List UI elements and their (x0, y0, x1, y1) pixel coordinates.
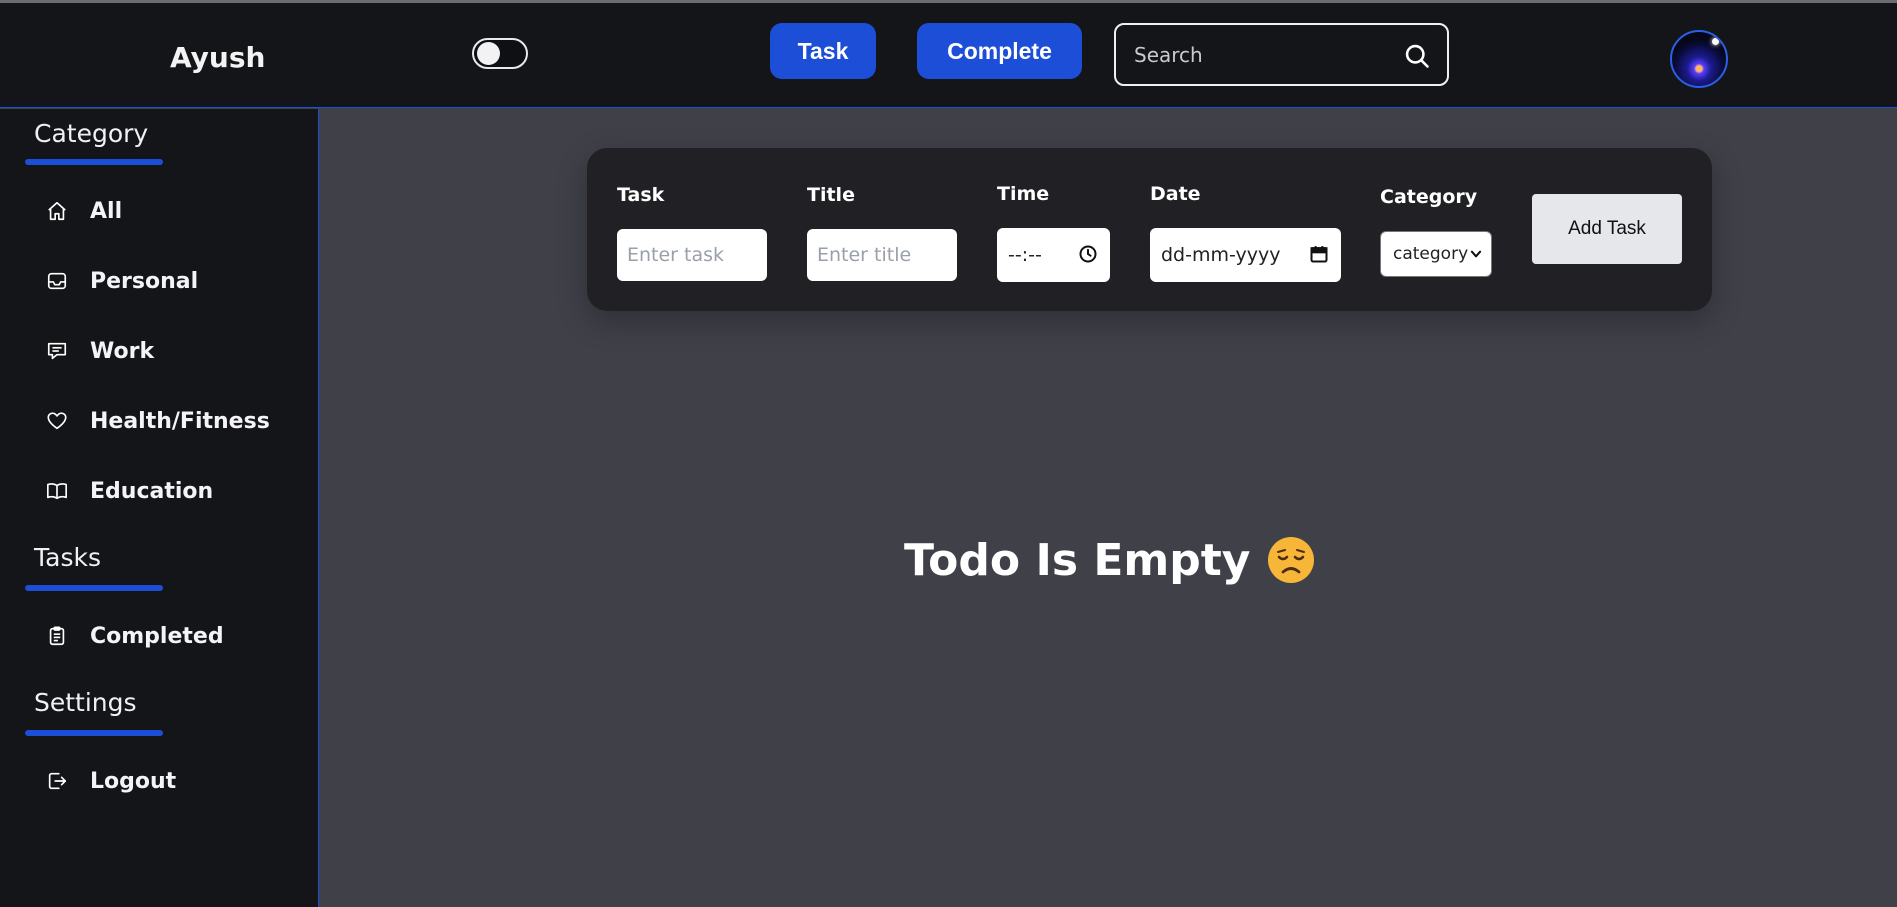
calendar-icon[interactable] (1309, 244, 1329, 264)
sidebar-item-work[interactable]: Work (45, 331, 305, 371)
task-field-label: Task (617, 184, 665, 206)
task-input[interactable] (617, 229, 767, 281)
book-icon (45, 479, 69, 503)
sidebar-item-label: Work (90, 338, 155, 364)
search-input[interactable] (1116, 25, 1406, 84)
sidebar-item-label: Personal (90, 268, 199, 294)
search-icon[interactable] (1403, 42, 1431, 70)
category-selected-value: category (1393, 244, 1469, 264)
inbox-icon (45, 269, 69, 293)
sidebar-item-label: Completed (90, 623, 224, 649)
heart-icon (45, 409, 69, 433)
empty-state: Todo Is Empty (904, 530, 1316, 590)
category-field-label: Category (1380, 186, 1478, 208)
user-avatar[interactable] (1670, 30, 1728, 88)
date-input[interactable]: dd-mm-yyyy (1150, 228, 1341, 282)
sidebar-item-label: Logout (90, 768, 177, 794)
time-input[interactable]: --:-- (997, 228, 1110, 282)
search-box (1114, 23, 1449, 86)
section-title-tasks: Tasks (34, 543, 101, 572)
clock-icon[interactable] (1078, 244, 1098, 264)
theme-toggle[interactable] (472, 38, 528, 69)
sidebar-item-logout[interactable]: Logout (45, 761, 305, 801)
message-icon (45, 339, 69, 363)
sidebar-item-label: Health/Fitness (90, 408, 270, 434)
sidebar-item-education[interactable]: Education (45, 471, 305, 511)
add-task-button[interactable]: Add Task (1532, 194, 1682, 264)
sidebar-item-personal[interactable]: Personal (45, 261, 305, 301)
task-nav-button[interactable]: Task (770, 23, 876, 79)
title-input[interactable] (807, 229, 957, 281)
empty-state-message: Todo Is Empty (904, 534, 1251, 586)
home-icon (45, 199, 69, 223)
sad-face-icon (1268, 537, 1315, 583)
sidebar-item-label: All (90, 198, 123, 224)
category-select[interactable]: category (1380, 231, 1492, 277)
section-title-category: Category (34, 119, 149, 148)
complete-nav-button[interactable]: Complete (917, 23, 1082, 79)
add-task-form: Task Title Time --:-- Date dd-mm-yyyy Ca… (587, 148, 1712, 311)
section-underline (25, 730, 163, 736)
logout-icon (45, 769, 69, 793)
toggle-knob (477, 42, 500, 65)
time-value: --:-- (1008, 244, 1042, 266)
top-header: Ayush Task Complete (0, 3, 1897, 108)
sidebar: Category All Personal Work Health/Fitnes… (0, 109, 319, 907)
sidebar-item-all[interactable]: All (45, 191, 305, 231)
brand-name: Ayush (170, 41, 266, 74)
title-field-label: Title (807, 184, 855, 206)
time-field-label: Time (997, 183, 1050, 205)
date-value: dd-mm-yyyy (1161, 244, 1281, 266)
section-underline (25, 585, 163, 591)
section-underline (25, 159, 163, 165)
clipboard-icon (45, 624, 69, 648)
sidebar-item-health-fitness[interactable]: Health/Fitness (45, 401, 305, 441)
sidebar-item-completed[interactable]: Completed (45, 616, 305, 656)
chevron-down-icon (1470, 250, 1482, 258)
date-field-label: Date (1150, 183, 1201, 205)
section-title-settings: Settings (34, 688, 137, 717)
sidebar-item-label: Education (90, 478, 214, 504)
